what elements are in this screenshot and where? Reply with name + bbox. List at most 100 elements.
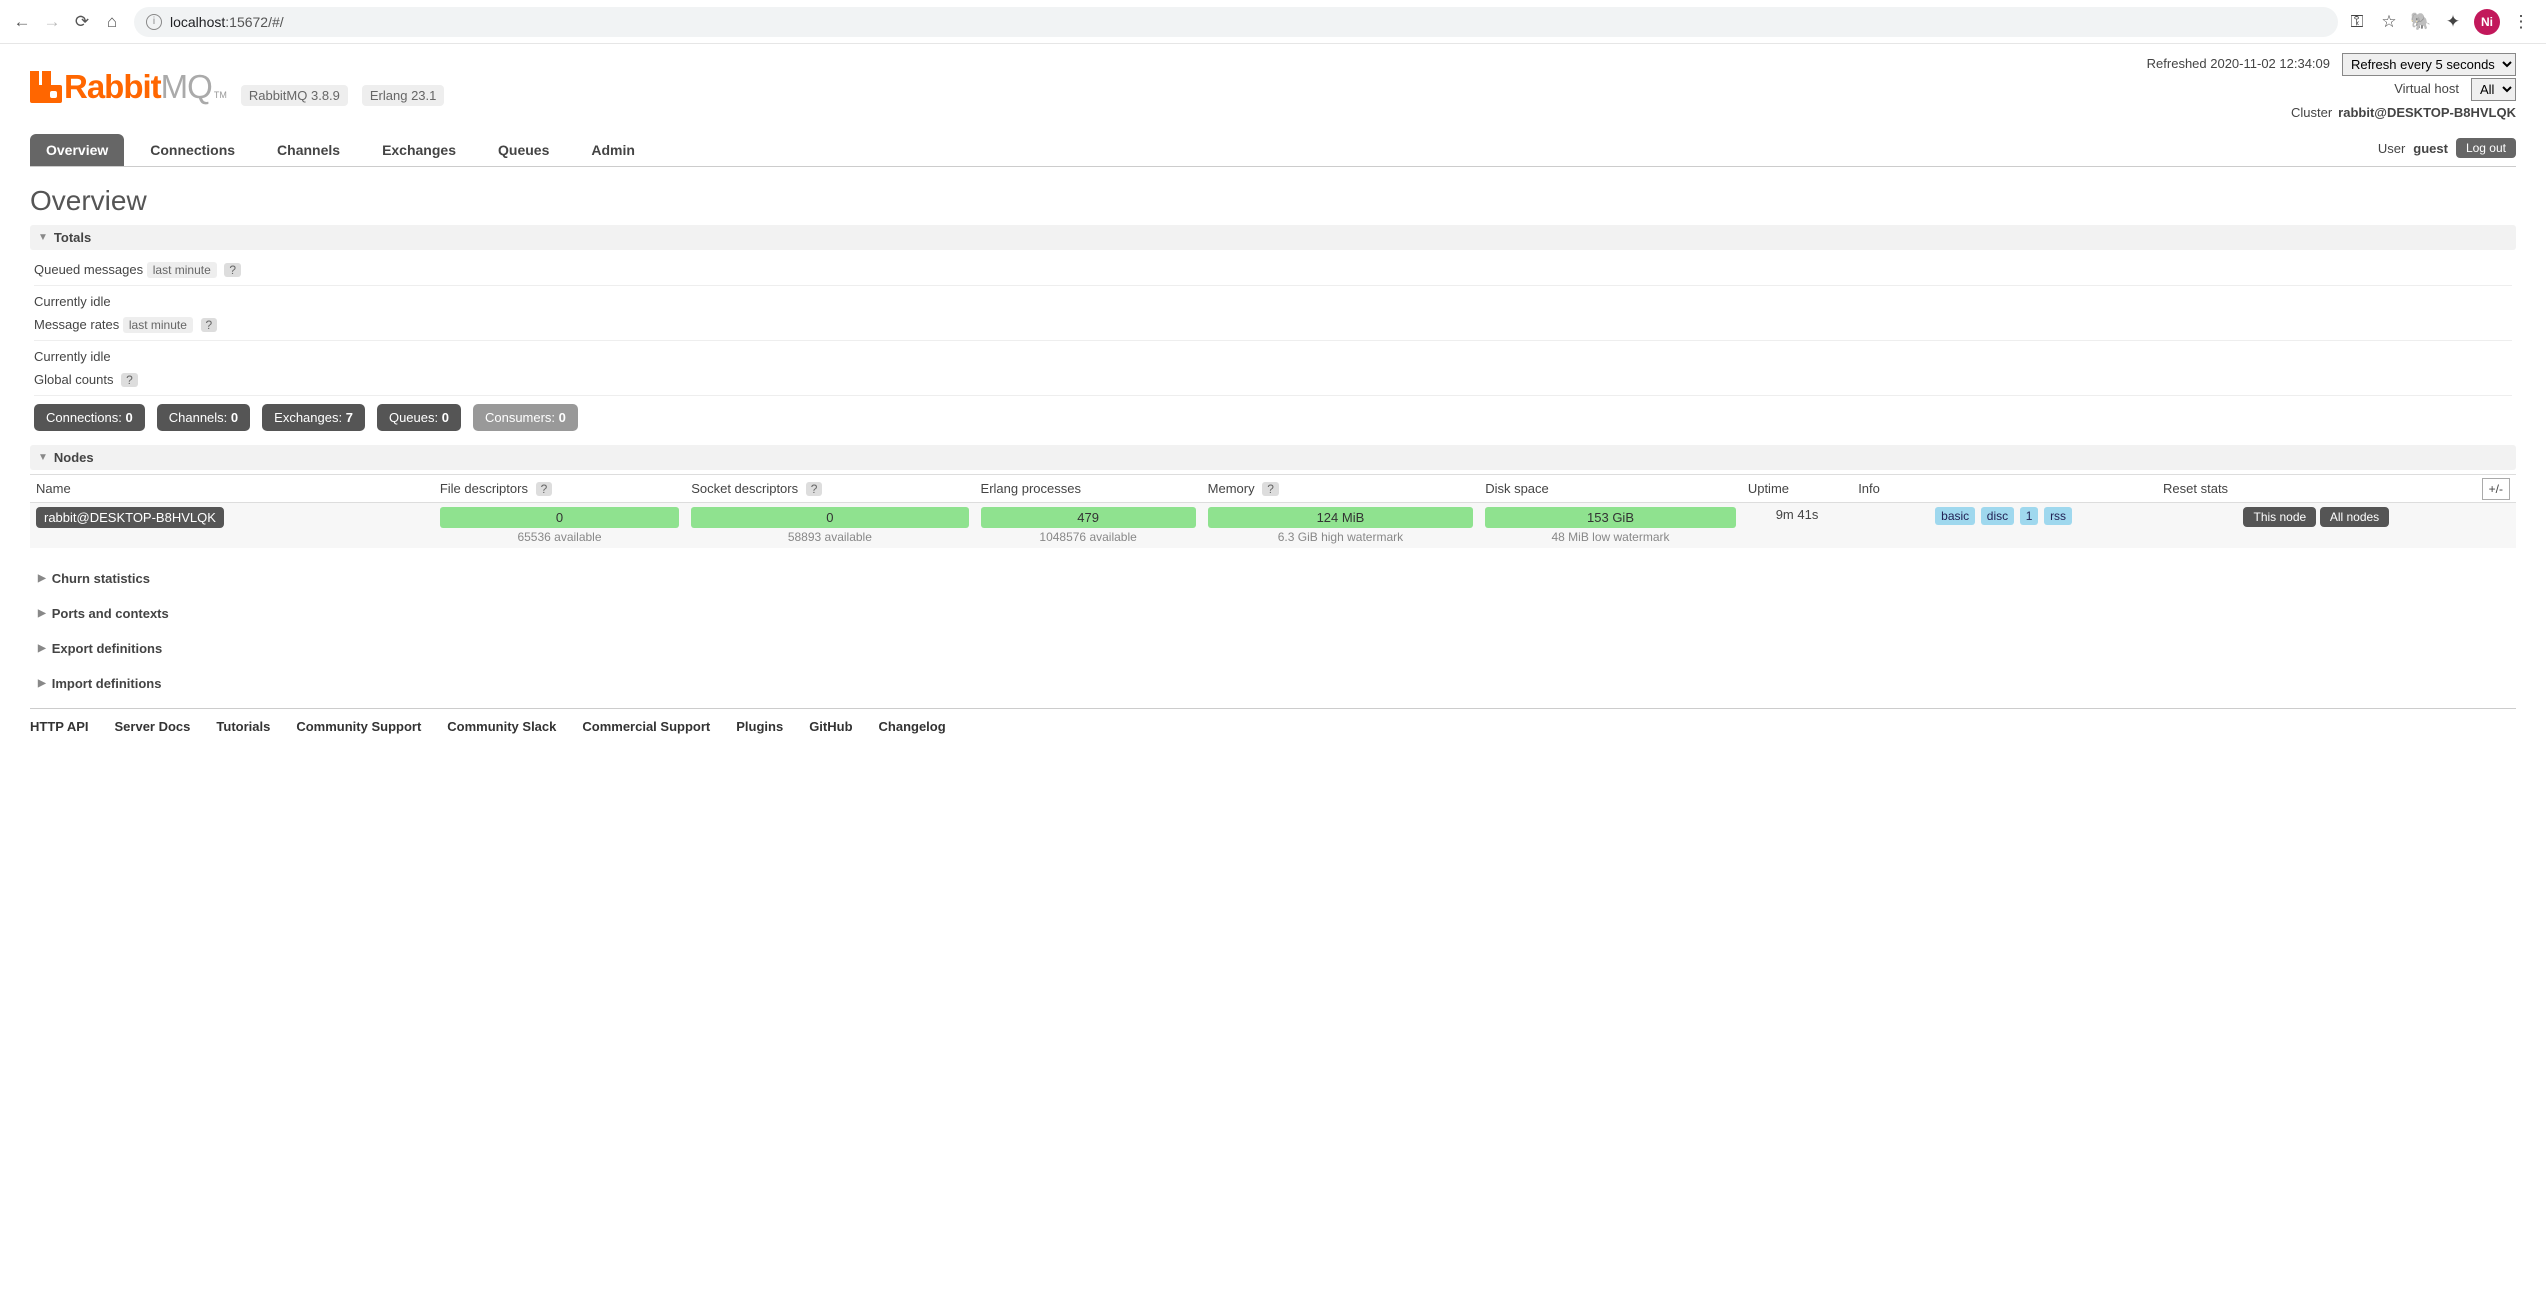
key-icon[interactable]: ⚿ [2346, 11, 2368, 33]
chevron-right-icon: ▶ [38, 573, 46, 584]
cluster-name: rabbit@DESKTOP-B8HVLQK [2338, 101, 2516, 126]
chevron-down-icon: ▼ [38, 232, 48, 243]
count-channels[interactable]: Channels: 0 [157, 404, 250, 431]
forward-icon[interactable]: → [42, 12, 62, 32]
col-uptime: Uptime [1742, 475, 1852, 503]
chevron-right-icon: ▶ [38, 678, 46, 689]
section-totals-header[interactable]: ▼ Totals [30, 225, 2516, 250]
fd-value: 0 [440, 507, 679, 528]
tab-queues[interactable]: Queues [482, 134, 565, 166]
mem-value: 124 MiB [1208, 507, 1474, 528]
page-title: Overview [30, 185, 2516, 217]
col-fd: File descriptors ? [434, 475, 685, 503]
footer-community-slack[interactable]: Community Slack [447, 719, 556, 734]
cluster-label: Cluster [2291, 101, 2332, 126]
info-tags: basic disc 1 rss [1852, 503, 2157, 549]
col-reset: Reset stats [2157, 475, 2476, 503]
star-icon[interactable]: ☆ [2378, 11, 2400, 33]
user-name: guest [2413, 141, 2448, 156]
disk-value: 153 GiB [1485, 507, 1736, 528]
browser-nav: ← → ⟳ ⌂ [8, 12, 126, 32]
uptime-value: 9m 41s [1742, 503, 1852, 549]
profile-avatar[interactable]: Ni [2474, 9, 2500, 35]
tag-basic[interactable]: basic [1935, 507, 1975, 525]
logo-tm: TM [214, 90, 227, 106]
ep-value: 479 [981, 507, 1196, 528]
footer-commercial-support[interactable]: Commercial Support [582, 719, 710, 734]
footer-links: HTTP API Server Docs Tutorials Community… [30, 708, 2516, 734]
section-export-header[interactable]: ▶ Export definitions [30, 636, 2516, 661]
extensions-icon[interactable]: ✦ [2442, 11, 2464, 33]
chevron-right-icon: ▶ [38, 608, 46, 619]
logout-button[interactable]: Log out [2456, 138, 2516, 158]
home-icon[interactable]: ⌂ [102, 12, 122, 32]
back-icon[interactable]: ← [12, 12, 32, 32]
help-icon[interactable]: ? [536, 482, 553, 496]
help-icon[interactable]: ? [1262, 482, 1279, 496]
help-icon[interactable]: ? [121, 373, 138, 387]
tag-rss[interactable]: rss [2044, 507, 2072, 525]
refresh-interval-select[interactable]: Refresh every 5 seconds [2342, 53, 2516, 76]
rates-idle: Currently idle [34, 345, 2512, 368]
reset-all-nodes-button[interactable]: All nodes [2320, 507, 2389, 527]
help-icon[interactable]: ? [224, 263, 241, 277]
ep-sub: 1048576 available [981, 530, 1196, 544]
browser-actions: ⚿ ☆ 🐘 ✦ Ni ⋮ [2346, 9, 2538, 35]
col-name: Name [30, 475, 434, 503]
count-connections[interactable]: Connections: 0 [34, 404, 145, 431]
tag-1[interactable]: 1 [2020, 507, 2039, 525]
footer-http-api[interactable]: HTTP API [30, 719, 89, 734]
col-ep: Erlang processes [975, 475, 1202, 503]
help-icon[interactable]: ? [806, 482, 823, 496]
footer-github[interactable]: GitHub [809, 719, 852, 734]
tag-disc[interactable]: disc [1981, 507, 2014, 525]
site-info-icon[interactable]: i [146, 14, 162, 30]
footer-changelog[interactable]: Changelog [879, 719, 946, 734]
node-row: rabbit@DESKTOP-B8HVLQK 065536 available … [30, 503, 2516, 549]
tab-admin[interactable]: Admin [575, 134, 651, 166]
main-tabs: Overview Connections Channels Exchanges … [30, 134, 2516, 167]
tab-connections[interactable]: Connections [134, 134, 251, 166]
col-sd: Socket descriptors ? [685, 475, 974, 503]
mem-sub: 6.3 GiB high watermark [1208, 530, 1474, 544]
app-header: RabbitMQ TM RabbitMQ 3.8.9 Erlang 23.1 R… [30, 52, 2516, 126]
section-import-header[interactable]: ▶ Import definitions [30, 671, 2516, 696]
global-counts: Connections: 0 Channels: 0 Exchanges: 7 … [34, 404, 2512, 431]
vhost-select[interactable]: All [2471, 78, 2516, 101]
chevron-down-icon: ▼ [38, 452, 48, 463]
chevron-right-icon: ▶ [38, 643, 46, 654]
reload-icon[interactable]: ⟳ [72, 12, 92, 32]
reset-this-node-button[interactable]: This node [2243, 507, 2316, 527]
count-queues[interactable]: Queues: 0 [377, 404, 461, 431]
rabbitmq-logo[interactable]: RabbitMQ TM [30, 68, 227, 106]
footer-server-docs[interactable]: Server Docs [115, 719, 191, 734]
tab-channels[interactable]: Channels [261, 134, 356, 166]
rates-range[interactable]: last minute [123, 317, 193, 333]
count-consumers[interactable]: Consumers: 0 [473, 404, 578, 431]
section-churn-header[interactable]: ▶ Churn statistics [30, 566, 2516, 591]
col-disk: Disk space [1479, 475, 1742, 503]
section-ports-header[interactable]: ▶ Ports and contexts [30, 601, 2516, 626]
tab-overview[interactable]: Overview [30, 134, 124, 166]
col-info: Info [1852, 475, 2157, 503]
col-mem: Memory ? [1202, 475, 1480, 503]
fd-sub: 65536 available [440, 530, 679, 544]
rabbitmq-logo-icon [30, 71, 62, 103]
queued-messages-label: Queued messages [34, 262, 143, 277]
section-nodes-header[interactable]: ▼ Nodes [30, 445, 2516, 470]
node-name-badge[interactable]: rabbit@DESKTOP-B8HVLQK [36, 507, 224, 528]
footer-tutorials[interactable]: Tutorials [216, 719, 270, 734]
evernote-icon[interactable]: 🐘 [2410, 11, 2432, 33]
version-erlang: Erlang 23.1 [362, 85, 445, 106]
tab-exchanges[interactable]: Exchanges [366, 134, 472, 166]
message-rates-label: Message rates [34, 317, 119, 332]
count-exchanges[interactable]: Exchanges: 7 [262, 404, 365, 431]
vhost-label: Virtual host [2394, 77, 2459, 102]
url-bar[interactable]: i localhost:15672/#/ [134, 7, 2338, 37]
queued-range[interactable]: last minute [147, 262, 217, 278]
help-icon[interactable]: ? [201, 318, 218, 332]
footer-plugins[interactable]: Plugins [736, 719, 783, 734]
columns-toggle[interactable]: +/- [2482, 478, 2510, 500]
menu-icon[interactable]: ⋮ [2510, 11, 2532, 33]
footer-community-support[interactable]: Community Support [296, 719, 421, 734]
